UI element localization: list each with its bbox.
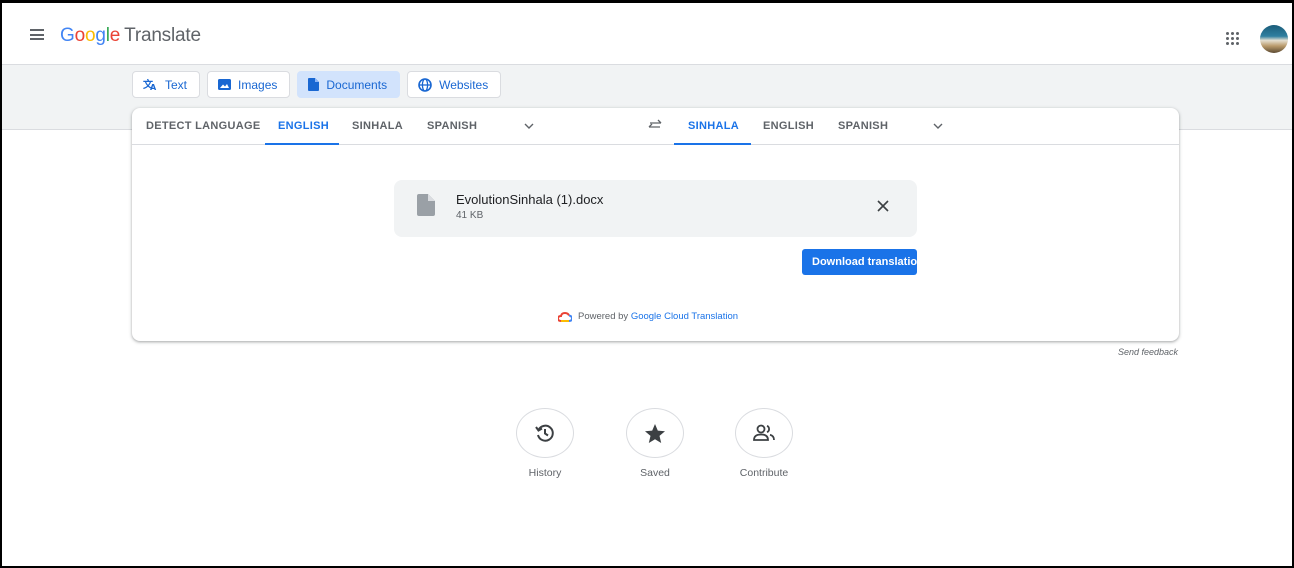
screenshot-frame	[0, 0, 1294, 568]
